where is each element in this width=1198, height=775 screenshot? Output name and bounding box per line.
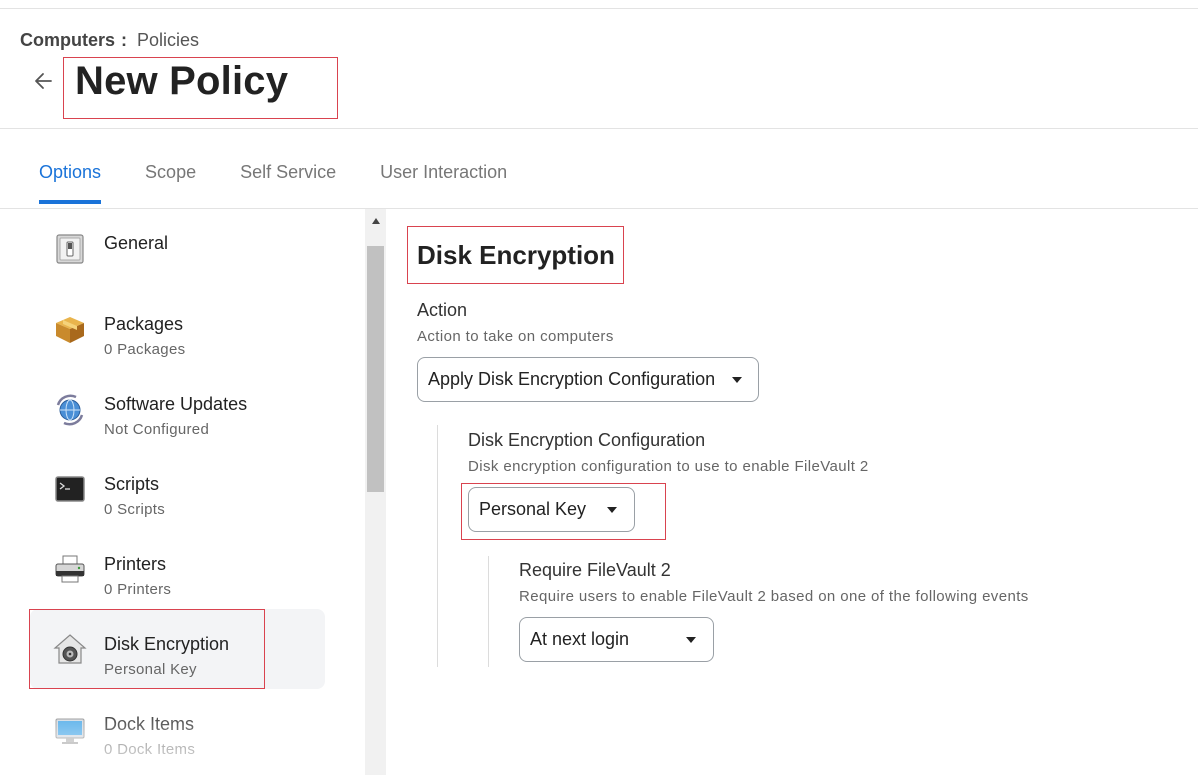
tab-options[interactable]: Options <box>39 162 102 204</box>
sidebar-item-label: Packages <box>104 314 184 334</box>
action-select[interactable]: Apply Disk Encryption Configuration <box>417 357 759 402</box>
sidebar-item-sublabel: Personal Key <box>104 661 197 678</box>
sidebar-item-label: Software Updates <box>104 394 248 414</box>
sidebar-item-packages[interactable]: Packages 0 Packages <box>30 289 325 369</box>
configuration-help-text: Disk encryption configuration to use to … <box>468 458 869 475</box>
breadcrumb-computers[interactable]: Computers <box>20 30 115 51</box>
breadcrumb: Computers : Policies <box>20 30 199 51</box>
sidebar-item-general[interactable]: General <box>30 209 325 289</box>
sidebar-item-software-updates[interactable]: Software Updates Not Configured <box>30 369 325 449</box>
sidebar-item-label: Printers <box>104 554 167 574</box>
breadcrumb-separator: : <box>121 30 128 50</box>
sidebar-item-sublabel: 0 Scripts <box>104 501 166 518</box>
terminal-icon <box>52 471 88 507</box>
software-update-globe-icon <box>52 391 88 427</box>
section-title: Disk Encryption <box>417 240 615 270</box>
printer-icon <box>52 551 88 587</box>
chevron-down-icon <box>607 507 617 513</box>
sidebar-item-label: Disk Encryption <box>104 634 230 654</box>
filevault-house-icon <box>52 631 88 667</box>
sidebar-item-label: General <box>104 233 169 253</box>
sidebar-item-printers[interactable]: Printers 0 Printers <box>30 529 325 609</box>
sidebar-item-sublabel: 0 Packages <box>104 341 186 358</box>
nesting-line <box>488 556 489 667</box>
scrollbar-thumb[interactable] <box>367 246 384 492</box>
back-arrow-icon[interactable] <box>33 70 55 92</box>
scroll-up-arrow-icon[interactable] <box>365 213 386 229</box>
require-label: Require FileVault 2 <box>519 560 671 580</box>
sidebar-item-disk-encryption[interactable]: Disk Encryption Personal Key <box>30 609 325 689</box>
sidebar-scrollbar[interactable] <box>365 209 386 775</box>
tab-bar: Options Scope Self Service User Interact… <box>39 162 551 204</box>
sidebar-item-label: Dock Items <box>104 714 195 734</box>
tab-user-interaction[interactable]: User Interaction <box>380 162 507 204</box>
configuration-select[interactable]: Personal Key <box>468 487 635 532</box>
monitor-icon <box>52 711 88 747</box>
require-select-value: At next login <box>530 629 630 649</box>
sidebar-item-label: Scripts <box>104 474 160 494</box>
configuration-label: Disk Encryption Configuration <box>468 430 706 450</box>
require-select[interactable]: At next login <box>519 617 714 662</box>
sidebar-item-sublabel: 0 Dock Items <box>104 741 196 758</box>
options-sidebar: General Packages 0 Packages Software Upd… <box>0 209 365 775</box>
action-label: Action <box>417 300 468 320</box>
sidebar-item-sublabel: 0 Printers <box>104 581 172 598</box>
sidebar-item-dock-items[interactable]: Dock Items 0 Dock Items <box>30 689 325 769</box>
top-divider <box>0 8 1198 9</box>
chevron-down-icon <box>732 377 742 383</box>
page-title: New Policy <box>75 59 289 103</box>
action-select-value: Apply Disk Encryption Configuration <box>428 369 716 389</box>
require-help-text: Require users to enable FileVault 2 base… <box>519 588 1029 605</box>
header-divider <box>0 128 1198 129</box>
configuration-select-value: Personal Key <box>479 499 587 519</box>
package-box-icon <box>52 311 88 347</box>
breadcrumb-policies[interactable]: Policies <box>137 30 199 51</box>
nesting-line <box>437 425 438 667</box>
action-help-text: Action to take on computers <box>417 328 614 345</box>
chevron-down-icon <box>686 637 696 643</box>
tab-self-service[interactable]: Self Service <box>240 162 336 204</box>
tab-scope[interactable]: Scope <box>145 162 196 204</box>
switch-icon <box>52 231 88 267</box>
sidebar-item-scripts[interactable]: Scripts 0 Scripts <box>30 449 325 529</box>
sidebar-item-sublabel: Not Configured <box>104 421 210 438</box>
